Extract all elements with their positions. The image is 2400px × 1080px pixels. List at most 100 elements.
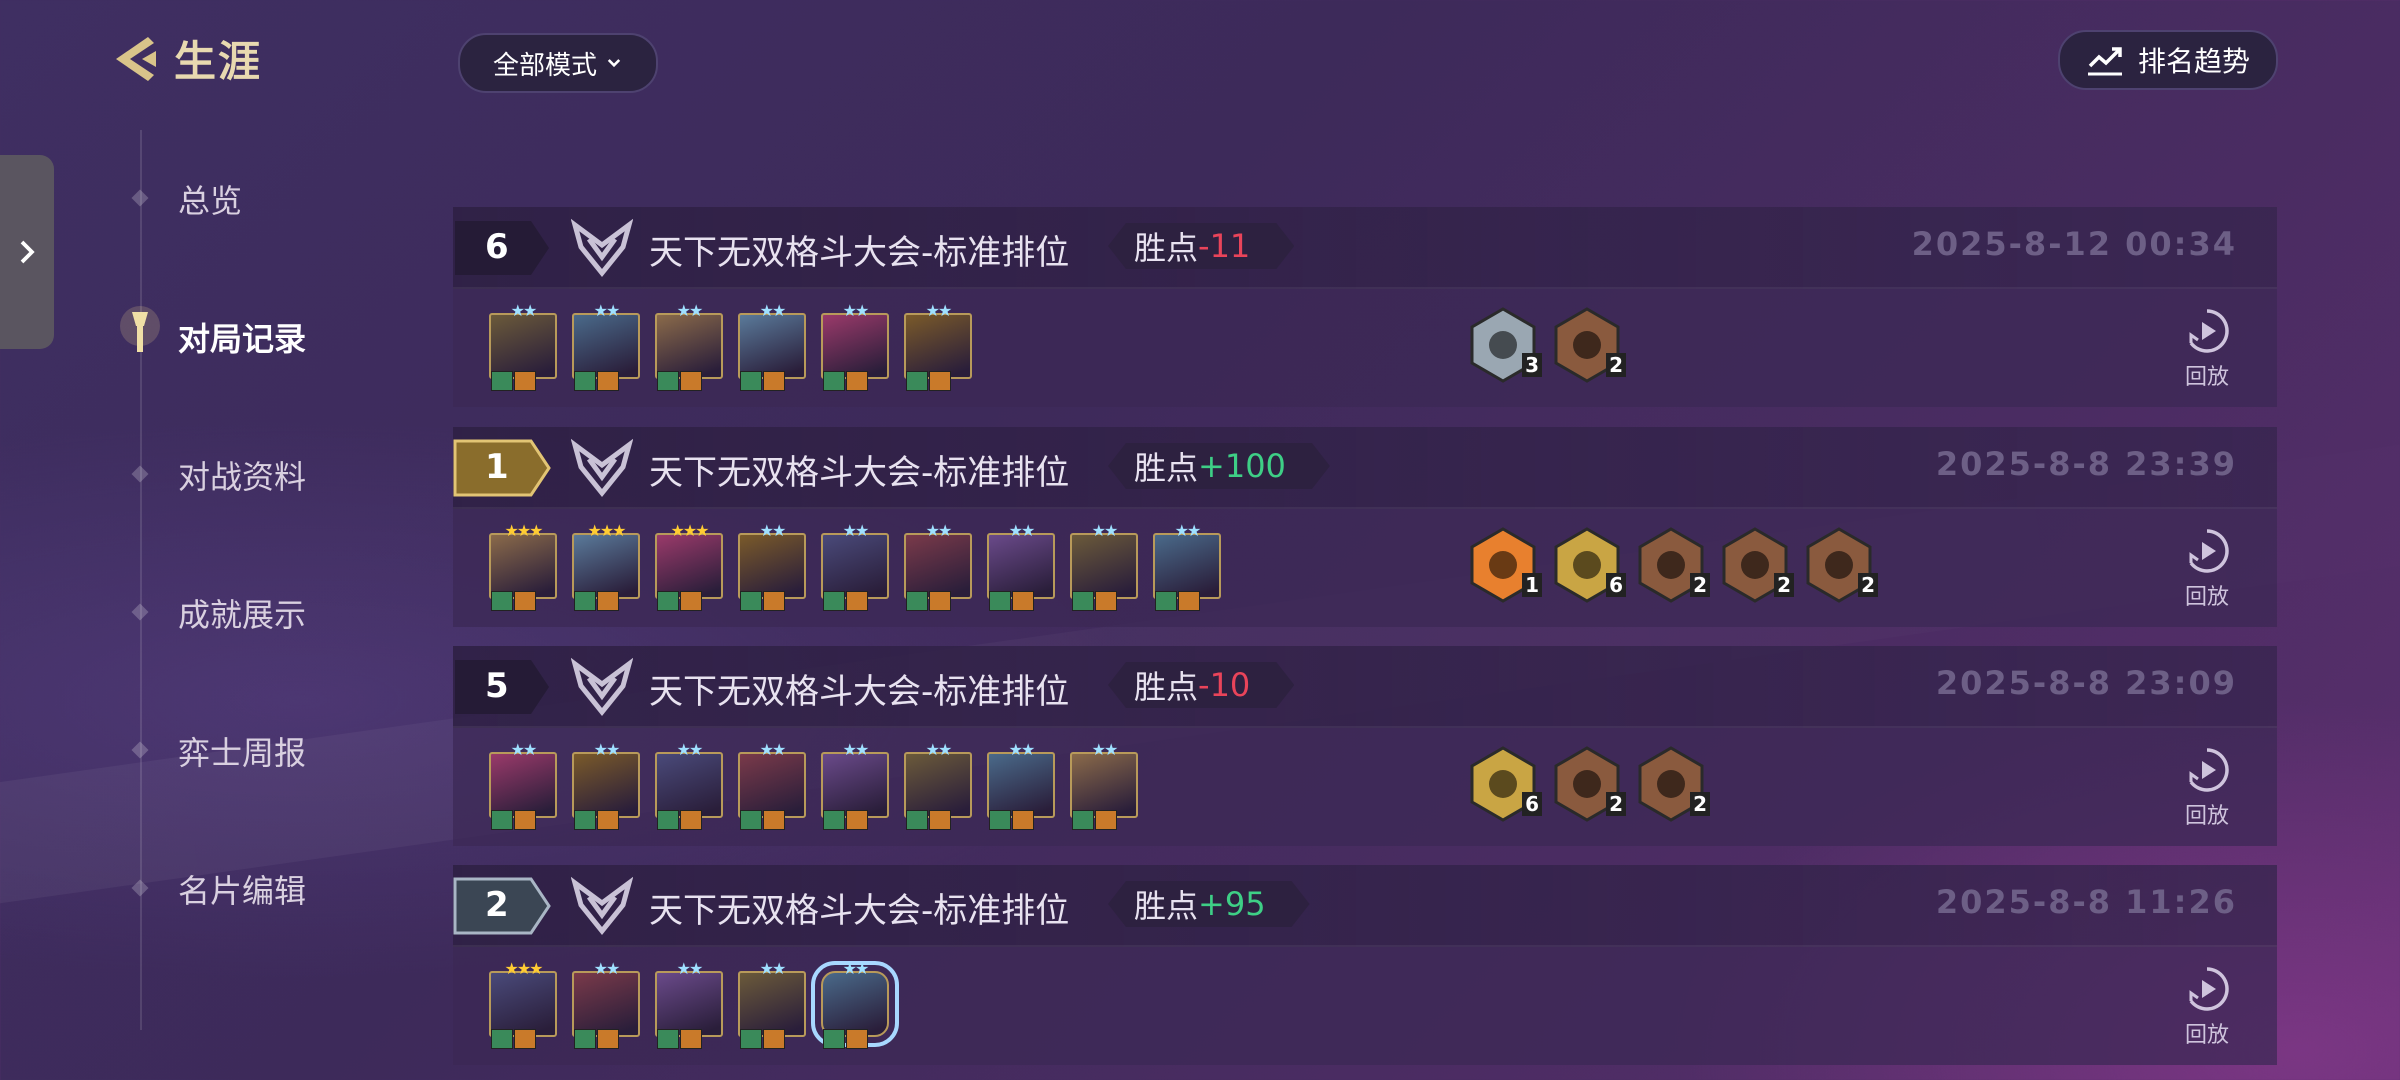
trait-count: 1: [1522, 573, 1542, 597]
match-card[interactable]: 1 天下无双格斗大会-标准排位 胜点 +100 2025-8-8 23:39 ★★…: [453, 427, 2277, 627]
nav-item-card-edit[interactable]: 名片编辑: [178, 866, 306, 912]
champion-portrait[interactable]: ★★: [738, 301, 806, 391]
star-level: ★★: [759, 959, 787, 978]
item-slots: [1072, 810, 1117, 830]
trait-badge[interactable]: 6: [1554, 527, 1626, 603]
star-level: ★★: [593, 740, 621, 759]
champion-portrait[interactable]: ★★: [738, 959, 806, 1049]
replay-button[interactable]: 回放: [2177, 527, 2237, 611]
champion-portrait[interactable]: ★★: [1070, 521, 1138, 611]
champion-portrait[interactable]: ★★: [489, 740, 557, 830]
match-timestamp: 2025-8-8 23:09: [1935, 664, 2237, 702]
game-mode-name: 天下无双格斗大会-标准排位: [649, 233, 1070, 273]
trait-count: 2: [1690, 573, 1710, 597]
item-slots: [491, 591, 536, 611]
trait-badge[interactable]: 2: [1554, 307, 1626, 383]
champion-portrait[interactable]: ★★: [572, 301, 640, 391]
nav-dot: [131, 741, 149, 759]
replay-button[interactable]: 回放: [2177, 965, 2237, 1049]
match-header: 2 天下无双格斗大会-标准排位 胜点 +95 2025-8-8 11:26: [453, 865, 2277, 947]
lp-value: -10: [1198, 666, 1251, 704]
star-level: ★★: [842, 740, 870, 759]
trait-badge[interactable]: 2: [1806, 527, 1878, 603]
champion-portrait[interactable]: ★★: [572, 959, 640, 1049]
champion-portrait[interactable]: ★★: [572, 740, 640, 830]
item-slots: [657, 1029, 702, 1049]
trait-badge[interactable]: 2: [1638, 527, 1710, 603]
item-slots: [740, 810, 785, 830]
match-card[interactable]: 5 天下无双格斗大会-标准排位 胜点 -10 2025-8-8 23:09 ★★ …: [453, 646, 2277, 846]
match-card[interactable]: 6 天下无双格斗大会-标准排位 胜点 -11 2025-8-12 00:34 ★★…: [453, 207, 2277, 407]
item-slots: [906, 371, 951, 391]
item-slots: [491, 371, 536, 391]
trait-badge[interactable]: 1: [1470, 527, 1542, 603]
item-slots: [657, 810, 702, 830]
trait-count: 2: [1774, 573, 1794, 597]
item-slots: [740, 591, 785, 611]
lp-change: 胜点 -11: [1108, 223, 1294, 269]
replay-icon: [2189, 529, 2229, 573]
trait-badge[interactable]: 2: [1554, 746, 1626, 822]
champion-portrait[interactable]: ★★: [821, 740, 889, 830]
placement-number: 5: [485, 666, 509, 706]
champion-portrait[interactable]: ★★: [1070, 740, 1138, 830]
champion-portrait[interactable]: ★★★: [655, 521, 723, 611]
trait-badge[interactable]: 3: [1470, 307, 1542, 383]
back-button[interactable]: 生涯: [108, 28, 262, 89]
champion-portrait[interactable]: ★★: [489, 301, 557, 391]
chevron-down-icon: [607, 59, 621, 68]
champion-portrait[interactable]: ★★★: [489, 959, 557, 1049]
placement-badge: 6: [453, 219, 553, 277]
champion-portrait[interactable]: ★★: [821, 521, 889, 611]
champion-portrait[interactable]: ★★: [987, 740, 1055, 830]
champion-portrait[interactable]: ★★: [655, 959, 723, 1049]
item-slots: [1072, 591, 1117, 611]
trait-badge[interactable]: 2: [1722, 527, 1794, 603]
item-slots: [657, 591, 702, 611]
star-level: ★★: [510, 301, 538, 320]
star-level: ★★: [510, 740, 538, 759]
rank-trend-button[interactable]: 排名趋势: [2058, 30, 2278, 90]
champion-portrait[interactable]: ★★: [811, 959, 899, 1049]
trait-badge[interactable]: 6: [1470, 746, 1542, 822]
star-level: ★★: [1091, 521, 1119, 540]
page-title: 生涯: [174, 37, 263, 86]
replay-button[interactable]: 回放: [2177, 746, 2237, 830]
lp-label: 胜点: [1134, 668, 1199, 706]
replay-button[interactable]: 回放: [2177, 307, 2237, 391]
ranked-emblem-icon: [571, 438, 633, 497]
match-card[interactable]: 2 天下无双格斗大会-标准排位 胜点 +95 2025-8-8 11:26 ★★★…: [453, 865, 2277, 1065]
champion-portrait[interactable]: ★★: [904, 521, 972, 611]
champion-portrait[interactable]: ★★: [738, 740, 806, 830]
star-level: ★★★: [504, 959, 543, 978]
nav-item-overview[interactable]: 总览: [178, 176, 242, 222]
champion-portrait[interactable]: ★★: [655, 301, 723, 391]
champion-portrait[interactable]: ★★: [1153, 521, 1221, 611]
champion-portrait[interactable]: ★★: [904, 301, 972, 391]
nav-item-battle-data[interactable]: 对战资料: [178, 452, 306, 498]
nav-item-achievements[interactable]: 成就展示: [178, 590, 306, 636]
nav-item-weekly-report[interactable]: 弈士周报: [178, 728, 306, 774]
champion-portrait[interactable]: ★★: [904, 740, 972, 830]
item-slots: [740, 371, 785, 391]
chevron-right-icon: [20, 240, 35, 264]
back-arrow-icon: [116, 36, 156, 81]
mode-filter-dropdown[interactable]: 全部模式: [458, 33, 658, 93]
champion-portrait[interactable]: ★★: [738, 521, 806, 611]
champion-portrait[interactable]: ★★: [987, 521, 1055, 611]
star-level: ★★: [759, 521, 787, 540]
star-level: ★★: [676, 959, 704, 978]
champion-portrait[interactable]: ★★★: [572, 521, 640, 611]
lp-change: 胜点 -10: [1108, 662, 1294, 708]
nav-dot: [131, 465, 149, 483]
star-level: ★★★: [670, 521, 709, 540]
expand-panel-tab[interactable]: [0, 155, 54, 349]
champion-portrait[interactable]: ★★★: [489, 521, 557, 611]
replay-label: 回放: [2184, 365, 2229, 390]
champion-portrait[interactable]: ★★: [821, 301, 889, 391]
champion-portrait[interactable]: ★★: [655, 740, 723, 830]
game-mode-name: 天下无双格斗大会-标准排位: [649, 453, 1070, 493]
nav-item-match-history[interactable]: 对局记录: [178, 314, 306, 360]
star-level: ★★: [842, 301, 870, 320]
trait-badge[interactable]: 2: [1638, 746, 1710, 822]
